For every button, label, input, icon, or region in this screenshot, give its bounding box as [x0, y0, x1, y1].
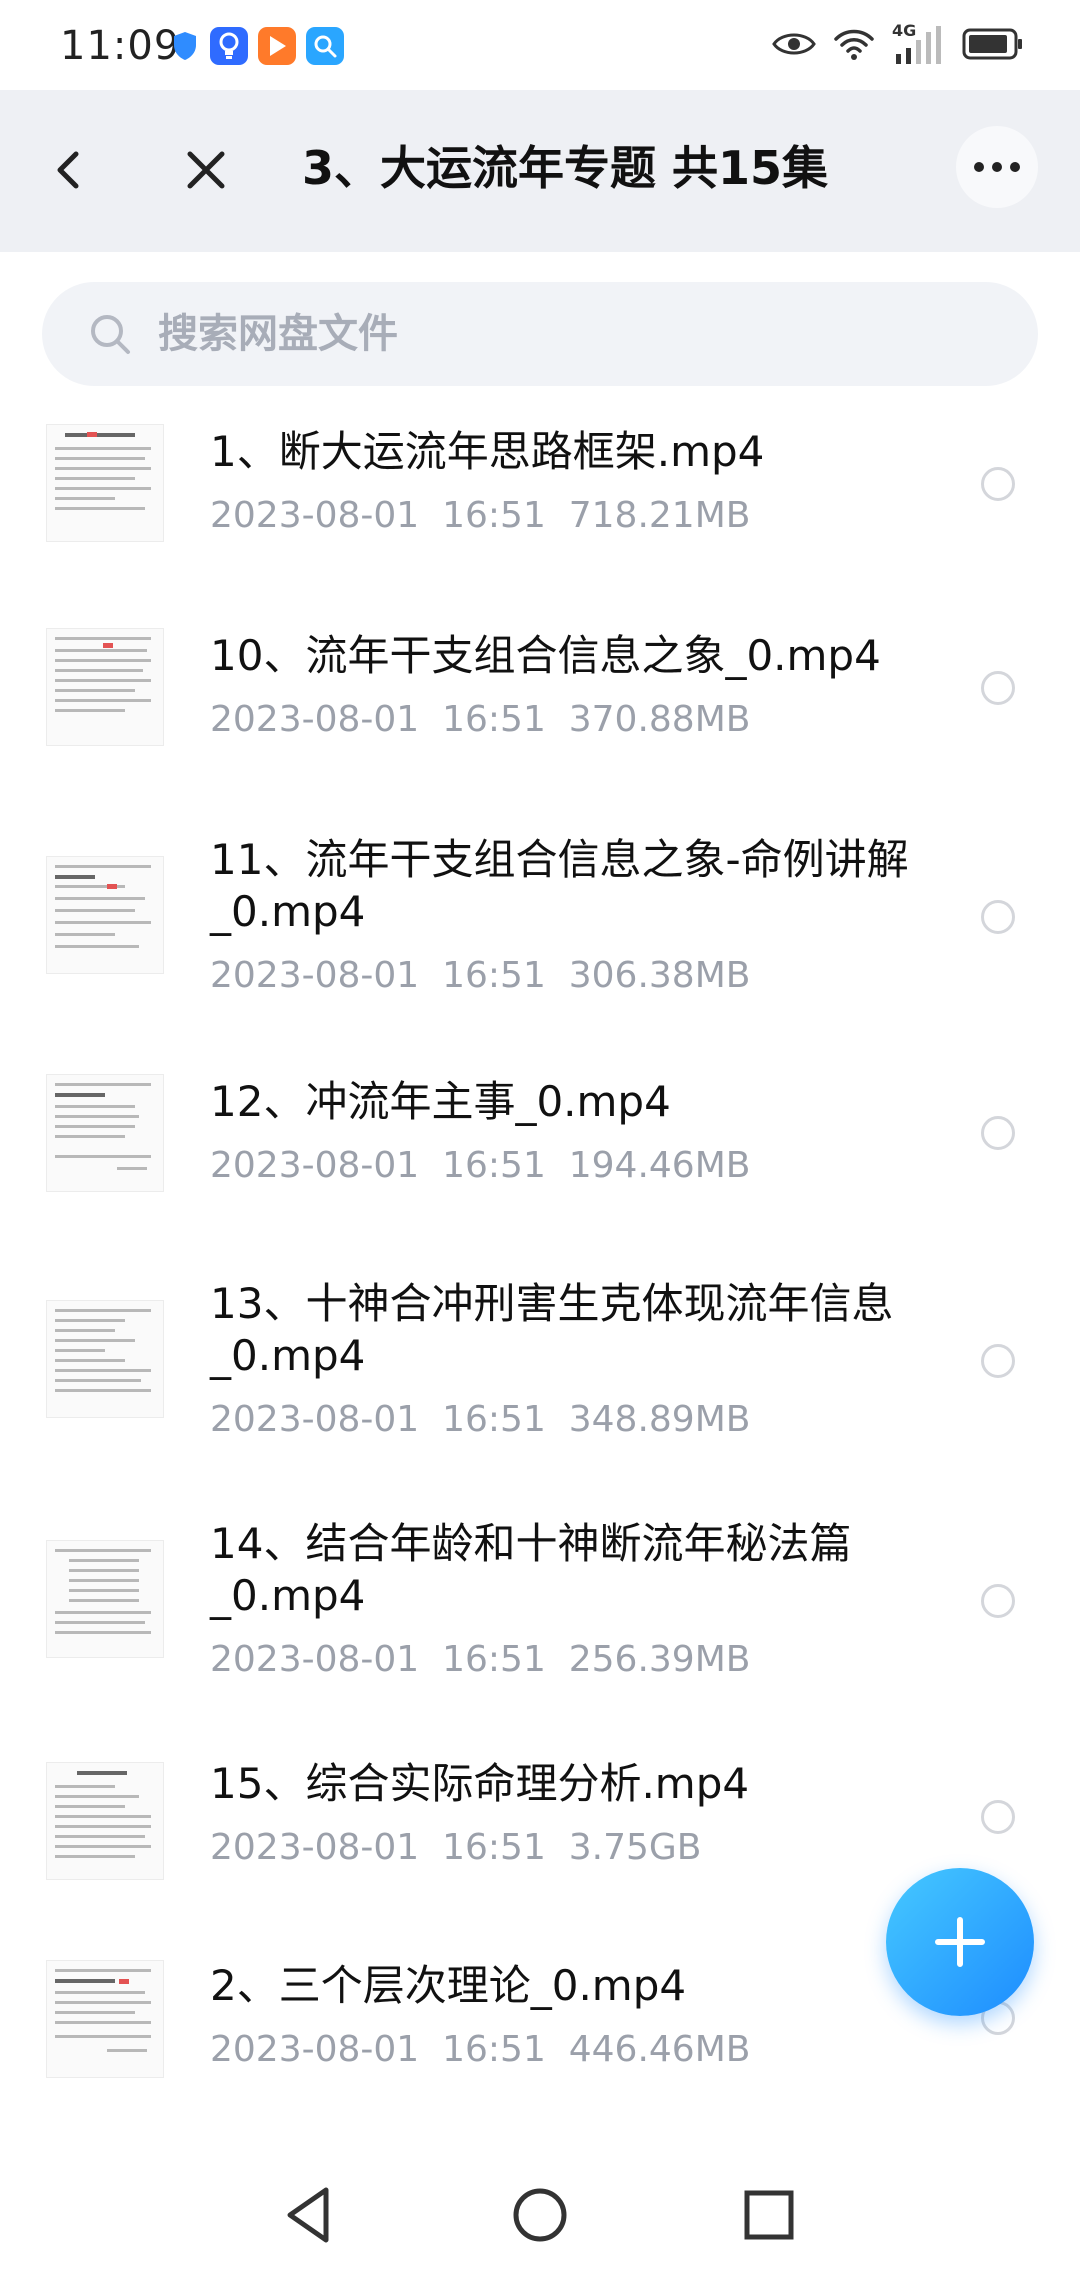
file-size: 3.75GB — [568, 1827, 702, 1868]
page-title: 3、大运流年专题 共15集 — [302, 141, 829, 195]
file-size: 306.38MB — [568, 955, 751, 996]
file-size: 718.21MB — [568, 495, 751, 536]
select-checkbox[interactable] — [981, 1584, 1015, 1618]
file-date: 2023-08-01 — [210, 2029, 420, 2070]
file-date: 2023-08-01 — [210, 495, 420, 536]
nav-recents-button[interactable] — [734, 2180, 804, 2250]
search-app-icon — [306, 27, 344, 65]
add-button[interactable] — [886, 1868, 1034, 2016]
file-time: 16:51 — [442, 1827, 546, 1868]
header-bar: 3、大运流年专题 共15集 — [0, 90, 1080, 252]
search-icon — [91, 315, 130, 354]
file-name: 14、结合年龄和十神断流年秘法篇_0.mp4 — [210, 1519, 852, 1620]
file-name: 12、冲流年主事_0.mp4 — [210, 1077, 671, 1126]
file-name: 11、流年干支组合信息之象-命例讲解_0.mp4 — [210, 835, 909, 936]
file-time: 16:51 — [442, 1399, 546, 1440]
file-thumbnail — [46, 628, 164, 746]
nav-back-button[interactable] — [274, 2180, 344, 2250]
status-app-icons — [170, 26, 344, 66]
file-meta: 2023-08-01 16:51 306.38MB — [210, 952, 750, 1000]
file-time: 16:51 — [442, 1145, 546, 1186]
close-icon — [187, 151, 225, 189]
file-time: 16:51 — [442, 495, 546, 536]
status-right-icons: 4G — [772, 22, 1024, 70]
plus-icon — [935, 1917, 985, 1967]
file-date: 2023-08-01 — [210, 1145, 420, 1186]
file-thumbnail — [46, 1540, 164, 1658]
file-thumbnail — [46, 1074, 164, 1192]
play-icon — [258, 27, 296, 65]
chevron-left-icon — [57, 151, 79, 189]
status-time: 11:09 — [60, 23, 181, 69]
battery-icon — [962, 28, 1024, 64]
file-meta: 2023-08-01 16:51 446.46MB — [210, 2026, 750, 2074]
file-size: 256.39MB — [568, 1639, 751, 1680]
file-time: 16:51 — [442, 699, 546, 740]
file-time: 16:51 — [442, 2029, 546, 2070]
nav-home-circle-icon — [513, 2188, 567, 2242]
file-meta: 2023-08-01 16:51 3.75GB — [210, 1824, 702, 1872]
file-meta: 2023-08-01 16:51 370.88MB — [210, 696, 750, 744]
select-checkbox[interactable] — [981, 671, 1015, 705]
bulb-icon — [210, 27, 248, 65]
file-date: 2023-08-01 — [210, 699, 420, 740]
file-name: 15、综合实际命理分析.mp4 — [210, 1759, 750, 1808]
more-horizontal-icon — [974, 162, 1020, 172]
search-placeholder: 搜索网盘文件 — [158, 311, 398, 357]
file-name: 1、断大运流年思路框架.mp4 — [210, 427, 765, 476]
select-checkbox[interactable] — [981, 1344, 1015, 1378]
eye-icon — [772, 30, 816, 62]
file-date: 2023-08-01 — [210, 955, 420, 996]
file-time: 16:51 — [442, 955, 546, 996]
file-date: 2023-08-01 — [210, 1399, 420, 1440]
file-thumbnail — [46, 1960, 164, 2078]
shield-icon — [170, 27, 200, 65]
file-size: 370.88MB — [568, 699, 751, 740]
wifi-icon — [834, 27, 874, 65]
nav-recents-square-icon — [744, 2190, 794, 2240]
file-date: 2023-08-01 — [210, 1827, 420, 1868]
signal-icon: 4G — [892, 22, 944, 66]
close-button[interactable] — [176, 140, 236, 200]
file-size: 446.46MB — [568, 2029, 751, 2070]
file-thumbnail — [46, 856, 164, 974]
file-time: 16:51 — [442, 1639, 546, 1680]
file-date: 2023-08-01 — [210, 1639, 420, 1680]
file-thumbnail — [46, 1300, 164, 1418]
file-thumbnail — [46, 424, 164, 542]
system-nav-bar — [0, 2150, 1080, 2280]
status-bar: 11:09 4G — [0, 0, 1080, 90]
select-checkbox[interactable] — [981, 900, 1015, 934]
select-checkbox[interactable] — [981, 1116, 1015, 1150]
nav-back-triangle-icon — [287, 2187, 329, 2243]
select-checkbox[interactable] — [981, 1800, 1015, 1834]
file-meta: 2023-08-01 16:51 256.39MB — [210, 1636, 750, 1684]
file-size: 194.46MB — [568, 1145, 751, 1186]
file-size: 348.89MB — [568, 1399, 751, 1440]
back-button[interactable] — [40, 140, 100, 200]
file-name: 13、十神合冲刑害生克体现流年信息_0.mp4 — [210, 1279, 894, 1380]
search-input[interactable]: 搜索网盘文件 — [42, 282, 1038, 386]
file-meta: 2023-08-01 16:51 194.46MB — [210, 1142, 750, 1190]
file-meta: 2023-08-01 16:51 348.89MB — [210, 1396, 750, 1444]
more-options-button[interactable] — [956, 126, 1038, 208]
file-thumbnail — [46, 1762, 164, 1880]
file-name: 10、流年干支组合信息之象_0.mp4 — [210, 631, 881, 680]
file-meta: 2023-08-01 16:51 718.21MB — [210, 492, 750, 540]
nav-home-button[interactable] — [505, 2180, 575, 2250]
file-name: 2、三个层次理论_0.mp4 — [210, 1961, 687, 2010]
select-checkbox[interactable] — [981, 467, 1015, 501]
